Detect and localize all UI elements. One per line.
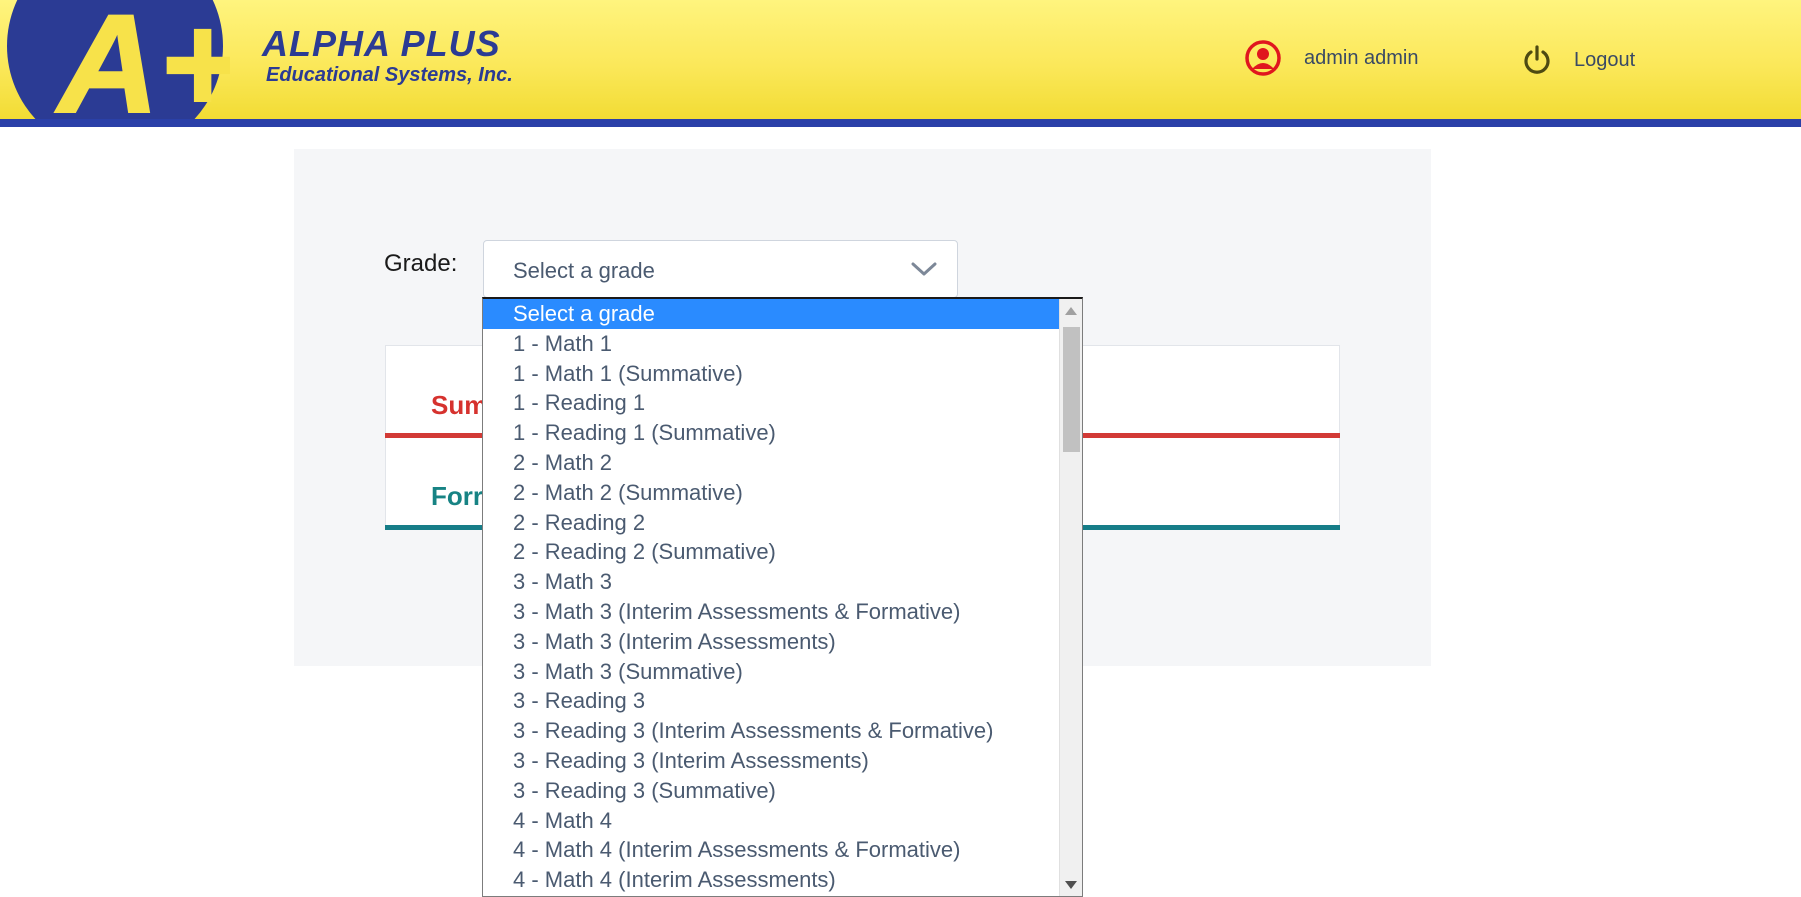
grade-option[interactable]: 1 - Reading 1 (Summative) [483,418,1059,448]
header-divider [0,119,1801,127]
logout-button[interactable]: Logout [1522,38,1635,82]
grade-option[interactable]: 3 - Reading 3 (Summative) [483,776,1059,806]
tab-formative[interactable]: Forr [431,481,483,512]
logo-mark[interactable]: A+ [0,0,230,119]
svg-text:A+: A+ [55,0,230,119]
grade-options: Select a grade 1 - Math 11 - Math 1 (Summ… [483,299,1059,895]
grade-option[interactable]: 3 - Math 3 (Interim Assessments) [483,627,1059,657]
grade-option[interactable]: 2 - Math 2 (Summative) [483,478,1059,508]
grade-option[interactable]: Select a grade [483,299,1059,329]
grade-label: Grade: [384,250,458,277]
scroll-up-arrow-icon[interactable] [1065,307,1077,315]
brand-logo: ALPHA PLUS Educational Systems, Inc. [262,23,513,87]
grade-select-value: Select a grade [513,258,655,283]
logo-a-plus-icon: A+ [7,0,230,119]
tab-summative[interactable]: Sum [431,390,487,421]
chevron-down-icon [911,262,937,276]
grade-dropdown-list[interactable]: Select a grade 1 - Math 11 - Math 1 (Summ… [482,297,1083,897]
user-circle-icon [1245,40,1281,76]
grade-option[interactable]: 4 - Math 4 (Interim Assessments) [483,865,1059,895]
grade-option[interactable]: 3 - Reading 3 (Interim Assessments) [483,746,1059,776]
brand-subtitle: Educational Systems, Inc. [266,64,513,86]
grade-option[interactable]: 1 - Math 1 (Summative) [483,359,1059,389]
power-icon [1524,45,1550,74]
grade-option[interactable]: 4 - Math 4 (Interim Assessments & Format… [483,835,1059,865]
user-name: admin admin [1304,46,1419,69]
grade-option[interactable]: 3 - Math 3 [483,567,1059,597]
grade-option[interactable]: 3 - Reading 3 (Interim Assessments & For… [483,716,1059,746]
grade-option[interactable]: 2 - Reading 2 (Summative) [483,537,1059,567]
user-menu[interactable]: admin admin [1244,36,1419,80]
grade-option[interactable]: 3 - Reading 3 [483,686,1059,716]
grade-select[interactable]: Select a grade [483,240,958,298]
grade-option[interactable]: 4 - Math 4 [483,806,1059,836]
grade-option[interactable]: 1 - Math 1 [483,329,1059,359]
grade-option[interactable]: 1 - Reading 1 [483,388,1059,418]
app-header: A+ ALPHA PLUS Educational Systems, Inc. … [0,0,1801,119]
grade-option[interactable]: 2 - Reading 2 [483,508,1059,538]
brand-title: ALPHA PLUS [262,23,501,64]
grade-option[interactable]: 2 - Math 2 [483,448,1059,478]
scrollbar-thumb[interactable] [1063,327,1080,452]
grade-option[interactable]: 3 - Math 3 (Summative) [483,657,1059,687]
grade-option[interactable]: 3 - Math 3 (Interim Assessments & Format… [483,597,1059,627]
scroll-down-arrow-icon[interactable] [1065,881,1077,889]
logout-label: Logout [1574,48,1636,71]
dropdown-scrollbar[interactable] [1059,299,1082,896]
